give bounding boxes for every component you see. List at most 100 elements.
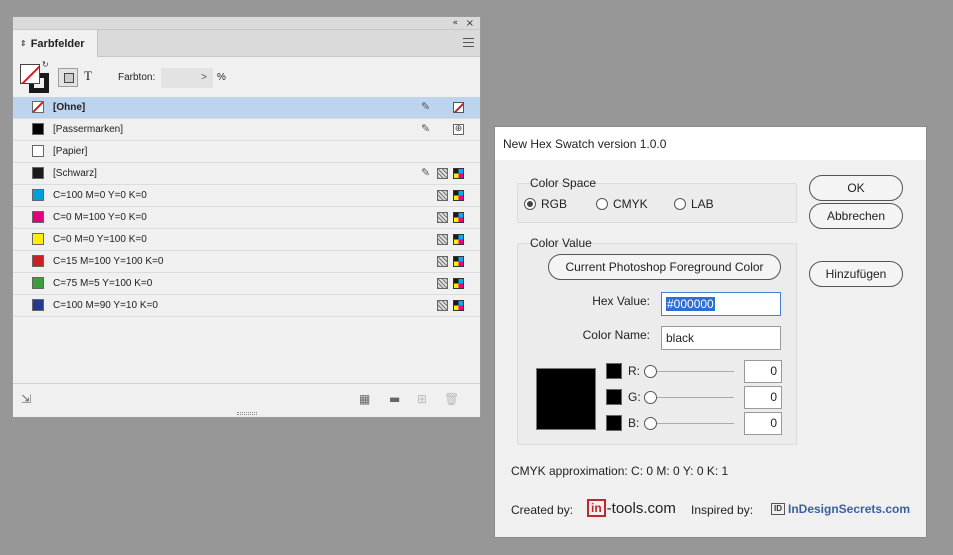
no-edit-pencil-icon: ✎ [421, 122, 431, 135]
color-name-input[interactable]: black [661, 326, 781, 350]
swatch-row[interactable]: C=75 M=5 Y=100 K=0 [13, 273, 480, 295]
swatches-panel: « × ⇕ Farbfelder ↻ T Farbton: > % [Ohne]… [12, 16, 481, 418]
hex-value-input[interactable]: #000000 [661, 292, 781, 316]
swatch-row[interactable]: C=15 M=100 Y=100 K=0 [13, 251, 480, 273]
swatch-row[interactable]: C=0 M=100 Y=0 K=0 [13, 207, 480, 229]
swatch-controls: ↻ T Farbton: > % [13, 57, 480, 94]
formatting-container-button[interactable] [58, 68, 78, 87]
swatch-row[interactable]: C=100 M=90 Y=10 K=0 [13, 295, 480, 317]
swatch-chip [32, 167, 44, 179]
indesignsecrets-text: InDesignSecrets.com [788, 502, 911, 516]
process-color-icon [437, 256, 448, 267]
swatch-name: [Schwarz] [53, 168, 97, 179]
swatch-row[interactable]: [Passermarken] ✎ ⊕ [13, 119, 480, 141]
swatch-chip [32, 101, 44, 113]
close-panel-icon[interactable]: × [466, 17, 474, 30]
formatting-text-button[interactable]: T [84, 68, 92, 84]
channel-b-track[interactable] [652, 423, 734, 424]
ok-button[interactable]: OK [809, 175, 903, 201]
new-swatch-icon[interactable]: ⊞ [417, 392, 427, 406]
registration-mode-icon: ⊕ [453, 124, 464, 135]
import-swatches-icon[interactable]: ⇲ [21, 392, 31, 406]
radio-lab[interactable]: LAB [674, 197, 714, 211]
channel-g-input[interactable]: 0 [744, 386, 782, 409]
swatch-chip [32, 255, 44, 267]
process-color-icon [437, 212, 448, 223]
panel-title-bar: « × [13, 17, 480, 30]
radio-lab-dot[interactable] [674, 198, 686, 210]
add-button[interactable]: Hinzufügen [809, 261, 903, 287]
cmyk-mode-icon [453, 212, 464, 223]
radio-cmyk[interactable]: CMYK [596, 197, 648, 211]
hex-value-label: Hex Value: [592, 294, 650, 308]
none-mode-icon [453, 102, 464, 113]
indesignsecrets-logo[interactable]: ID InDesignSecrets.com [771, 502, 910, 516]
cmyk-mode-icon [453, 168, 464, 179]
panel-footer: ⇲ ▦ ▬ ⊞ 🗑 [13, 383, 480, 417]
created-by-label: Created by: [511, 503, 574, 517]
cmyk-mode-icon [453, 190, 464, 201]
channel-r-swatch [606, 363, 622, 379]
intools-logo-prefix: in [587, 499, 606, 517]
swatch-chip [32, 189, 44, 201]
tint-label: Farbton: [118, 72, 156, 83]
swatch-name: C=0 M=100 Y=0 K=0 [53, 212, 147, 223]
process-color-icon [437, 278, 448, 289]
radio-rgb[interactable]: RGB [524, 197, 567, 211]
channel-g-slider[interactable] [644, 391, 657, 404]
swatch-row[interactable]: [Ohne] ✎ [13, 97, 480, 119]
inspired-by-label: Inspired by: [691, 503, 754, 517]
new-color-group-icon[interactable]: ▬ [389, 392, 400, 406]
cmyk-approximation: CMYK approximation: C: 0 M: 0 Y: 0 K: 1 [511, 464, 729, 478]
process-color-icon [437, 190, 448, 201]
tint-unit: % [217, 72, 226, 83]
cmyk-mode-icon [453, 234, 464, 245]
channel-r-input[interactable]: 0 [744, 360, 782, 383]
process-color-icon [437, 234, 448, 245]
no-edit-pencil-icon: ✎ [421, 100, 431, 113]
swatch-name: C=75 M=5 Y=100 K=0 [53, 278, 153, 289]
collapse-panel-icon[interactable]: « [452, 17, 458, 30]
process-color-icon [437, 168, 448, 179]
channel-b-slider[interactable] [644, 417, 657, 430]
swap-fill-stroke-icon[interactable]: ↻ [42, 60, 49, 69]
swatch-name: C=100 M=0 Y=0 K=0 [53, 190, 147, 201]
channel-r-track[interactable] [652, 371, 734, 372]
channel-g-swatch [606, 389, 622, 405]
intools-logo[interactable]: in -tools.com [587, 499, 676, 517]
show-swatch-kinds-icon[interactable]: ▦ [359, 392, 370, 406]
swatch-row[interactable]: C=0 M=0 Y=100 K=0 [13, 229, 480, 251]
swatch-name: C=0 M=0 Y=100 K=0 [53, 234, 147, 245]
tint-input[interactable]: > [161, 68, 213, 88]
panel-menu-icon[interactable] [463, 38, 474, 47]
swatch-chip [32, 299, 44, 311]
color-space-group: Color Space RGB CMYK LAB [517, 176, 797, 223]
tab-swatches[interactable]: ⇕ Farbfelder [13, 30, 98, 57]
channel-b-swatch [606, 415, 622, 431]
swatch-chip [32, 145, 44, 157]
tab-label: Farbfelder [30, 37, 85, 50]
channel-r: R: 0 [606, 360, 792, 383]
fill-swatch-icon[interactable] [20, 64, 40, 84]
tab-updown-icon[interactable]: ⇕ [20, 39, 27, 48]
swatch-name: [Passermarken] [53, 124, 124, 135]
swatch-row[interactable]: [Papier] [13, 141, 480, 163]
swatch-row[interactable]: [Schwarz] ✎ [13, 163, 480, 185]
dialog-title: New Hex Swatch version 1.0.0 [495, 127, 926, 160]
cmyk-mode-icon [453, 256, 464, 267]
radio-rgb-dot[interactable] [524, 198, 536, 210]
channel-g-track[interactable] [652, 397, 734, 398]
color-value-group: Color Value Current Photoshop Foreground… [517, 236, 797, 445]
tint-slider-arrow-icon[interactable]: > [201, 72, 207, 83]
cancel-button[interactable]: Abbrechen [809, 203, 903, 229]
radio-rgb-label: RGB [541, 197, 568, 211]
channel-r-slider[interactable] [644, 365, 657, 378]
swatch-name: [Ohne] [53, 102, 86, 113]
radio-cmyk-dot[interactable] [596, 198, 608, 210]
new-hex-swatch-dialog: New Hex Swatch version 1.0.0 Color Space… [494, 126, 927, 538]
delete-swatch-icon[interactable]: 🗑 [444, 392, 459, 406]
channel-b-input[interactable]: 0 [744, 412, 782, 435]
swatch-row[interactable]: C=100 M=0 Y=0 K=0 [13, 185, 480, 207]
foreground-color-button[interactable]: Current Photoshop Foreground Color [548, 254, 781, 280]
resize-grip-icon[interactable] [236, 412, 257, 415]
